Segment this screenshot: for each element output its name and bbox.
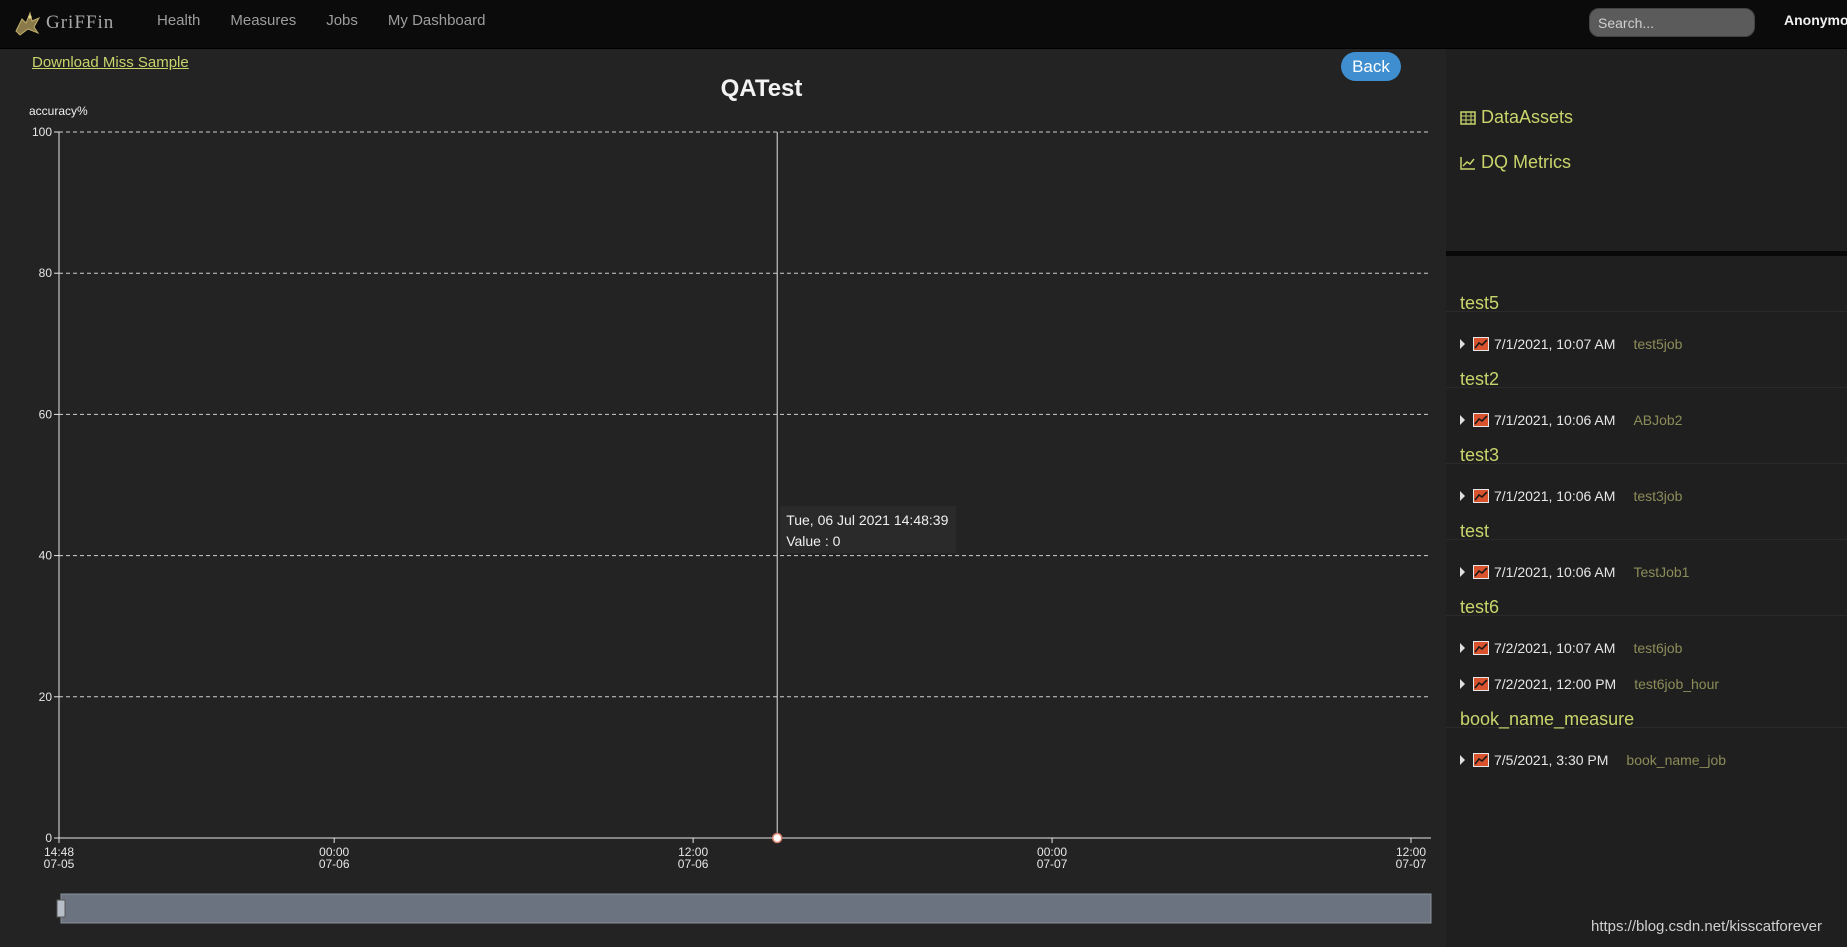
sidebar-item-label: DQ Metrics xyxy=(1481,152,1571,172)
y-axis-label: accuracy% xyxy=(29,104,88,118)
brand-logo[interactable]: GriFFin xyxy=(12,6,114,40)
brand-name: GriFFin xyxy=(46,12,115,33)
caret-right-icon[interactable] xyxy=(1460,491,1465,501)
data-tooltip: Tue, 06 Jul 2021 14:48:39 Value : 0 xyxy=(780,506,957,553)
main-nav: Health Measures Jobs My Dashboard xyxy=(157,0,515,40)
data-zoom-slider[interactable] xyxy=(56,893,1432,924)
x-tick-label-date: 07-07 xyxy=(1396,857,1427,871)
griffin-logo-icon xyxy=(15,11,41,36)
metric-timestamp: 7/1/2021, 10:06 AM xyxy=(1494,564,1616,580)
accuracy-chart[interactable]: accuracy% 020406080100 14:4807-0500:0007… xyxy=(0,49,1446,947)
metric-job-name[interactable]: test6job_hour xyxy=(1634,676,1719,692)
area-chart-icon[interactable] xyxy=(1473,565,1489,579)
group-separator xyxy=(1446,539,1847,540)
metric-job-name[interactable]: test3job xyxy=(1633,488,1682,504)
nav-health[interactable]: Health xyxy=(157,12,200,29)
line-chart-icon xyxy=(1460,156,1475,170)
metric-job-name[interactable]: test6job xyxy=(1633,640,1682,656)
metric-job-name[interactable]: test5job xyxy=(1633,336,1682,352)
caret-right-icon[interactable] xyxy=(1460,679,1465,689)
caret-right-icon[interactable] xyxy=(1460,643,1465,653)
watermark-url: https://blog.csdn.net/kisscatforever xyxy=(1591,918,1822,935)
sidebar-item-dataassets[interactable]: DataAssets xyxy=(1460,107,1573,128)
top-navbar: GriFFin Health Measures Jobs My Dashboar… xyxy=(0,0,1847,49)
metric-row[interactable]: 7/5/2021, 3:30 PM book_name_job xyxy=(1460,749,1726,771)
table-icon xyxy=(1460,110,1476,125)
sidebar-item-dq-metrics[interactable]: DQ Metrics xyxy=(1460,152,1571,173)
metric-timestamp: 7/1/2021, 10:07 AM xyxy=(1494,336,1616,352)
metric-job-name[interactable]: TestJob1 xyxy=(1633,564,1689,580)
y-tick-label: 80 xyxy=(39,266,53,280)
area-chart-icon[interactable] xyxy=(1473,489,1489,503)
x-tick-label-date: 07-05 xyxy=(44,857,75,871)
metric-group-title[interactable]: test2 xyxy=(1460,369,1499,390)
x-tick-label-date: 07-07 xyxy=(1037,857,1068,871)
metric-job-name[interactable]: ABJob2 xyxy=(1633,412,1682,428)
metric-row[interactable]: 7/1/2021, 10:06 AM test3job xyxy=(1460,485,1682,507)
tooltip-value: Value : 0 xyxy=(786,533,840,549)
metric-row[interactable]: 7/1/2021, 10:06 AM ABJob2 xyxy=(1460,409,1682,431)
user-name[interactable]: Anonymous xyxy=(1784,12,1847,28)
caret-right-icon[interactable] xyxy=(1460,339,1465,349)
area-chart-icon[interactable] xyxy=(1473,753,1489,767)
metric-timestamp: 7/1/2021, 10:06 AM xyxy=(1494,488,1616,504)
metric-group-title[interactable]: test xyxy=(1460,521,1489,542)
y-tick-label: 100 xyxy=(32,125,52,139)
y-tick-label: 20 xyxy=(39,690,53,704)
area-chart-icon[interactable] xyxy=(1473,337,1489,351)
nav-jobs[interactable]: Jobs xyxy=(326,12,358,29)
metric-group-title[interactable]: test6 xyxy=(1460,597,1499,618)
metric-row[interactable]: 7/2/2021, 10:07 AM test6job xyxy=(1460,637,1682,659)
metric-job-name[interactable]: book_name_job xyxy=(1626,752,1726,768)
group-separator xyxy=(1446,615,1847,616)
search-input[interactable] xyxy=(1589,8,1755,37)
group-separator xyxy=(1446,311,1847,312)
sidebar-item-label: DataAssets xyxy=(1481,107,1574,127)
y-tick-label: 60 xyxy=(39,407,53,421)
x-tick-label-date: 07-06 xyxy=(678,857,709,871)
caret-right-icon[interactable] xyxy=(1460,567,1465,577)
caret-right-icon[interactable] xyxy=(1460,755,1465,765)
area-chart-icon[interactable] xyxy=(1473,413,1489,427)
sidebar-divider xyxy=(1446,251,1847,256)
metric-row[interactable]: 7/1/2021, 10:06 AM TestJob1 xyxy=(1460,561,1689,583)
metric-timestamp: 7/2/2021, 12:00 PM xyxy=(1494,676,1617,692)
nav-my-dashboard[interactable]: My Dashboard xyxy=(388,12,486,29)
metric-timestamp: 7/5/2021, 3:30 PM xyxy=(1494,752,1609,768)
y-tick-label: 40 xyxy=(39,549,53,563)
group-separator xyxy=(1446,463,1847,464)
metric-row[interactable]: 7/1/2021, 10:07 AM test5job xyxy=(1460,333,1682,355)
metric-timestamp: 7/1/2021, 10:06 AM xyxy=(1494,412,1616,428)
metric-group-title[interactable]: test3 xyxy=(1460,445,1499,466)
metric-group-title[interactable]: book_name_measure xyxy=(1460,709,1634,730)
y-tick-label: 0 xyxy=(45,831,52,845)
right-sidebar: DataAssets DQ Metrics test5 7/1/2021, 10:… xyxy=(1446,49,1847,947)
metric-row[interactable]: 7/2/2021, 12:00 PM test6job_hour xyxy=(1460,673,1719,695)
caret-right-icon[interactable] xyxy=(1460,415,1465,425)
tooltip-date: Tue, 06 Jul 2021 14:48:39 xyxy=(786,512,948,528)
nav-measures[interactable]: Measures xyxy=(230,12,296,29)
area-chart-icon[interactable] xyxy=(1473,641,1489,655)
x-tick-label-date: 07-06 xyxy=(319,857,350,871)
slider-handle xyxy=(56,899,66,918)
metric-timestamp: 7/2/2021, 10:07 AM xyxy=(1494,640,1616,656)
metric-group-title[interactable]: test5 xyxy=(1460,293,1499,314)
group-separator xyxy=(1446,387,1847,388)
data-point[interactable] xyxy=(771,832,783,844)
area-chart-icon[interactable] xyxy=(1473,677,1489,691)
slider-track xyxy=(60,893,1432,924)
